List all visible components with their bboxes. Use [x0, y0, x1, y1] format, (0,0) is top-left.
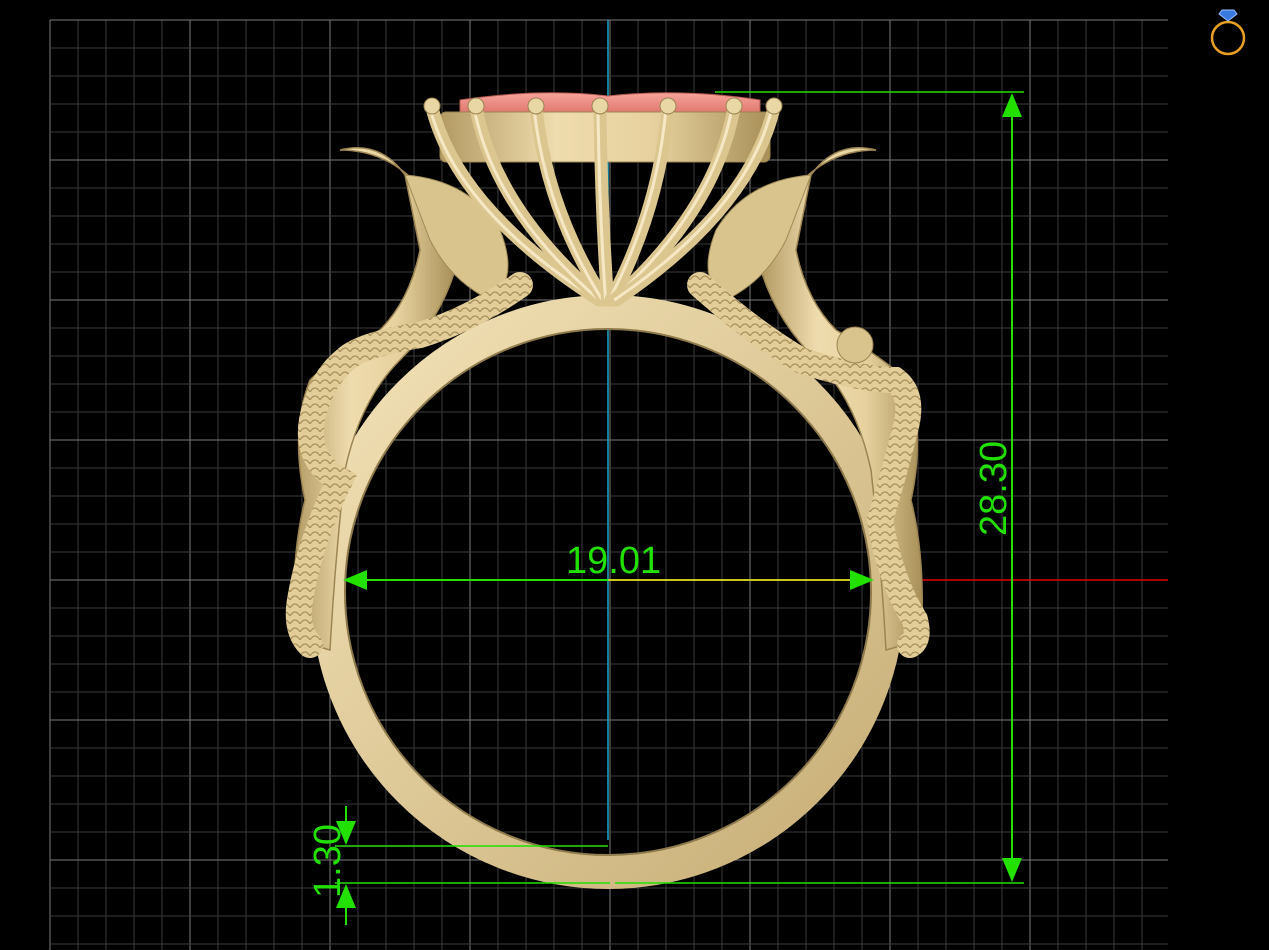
overall-height-label: 28.30	[973, 441, 1015, 536]
prong-tip	[659, 97, 677, 115]
prong-tip	[423, 97, 441, 115]
prong-tip	[591, 97, 609, 115]
prong-tip	[467, 97, 485, 115]
prong-tip	[765, 97, 783, 115]
prong-tip	[527, 97, 545, 115]
cad-viewport[interactable]: 19.01 28.30 1.30	[0, 0, 1269, 950]
prong-tip	[725, 97, 743, 115]
shank-thickness-label: 1.30	[307, 824, 349, 898]
inner-diameter-label: 19.01	[566, 540, 661, 582]
right-serpent-head	[836, 326, 874, 364]
